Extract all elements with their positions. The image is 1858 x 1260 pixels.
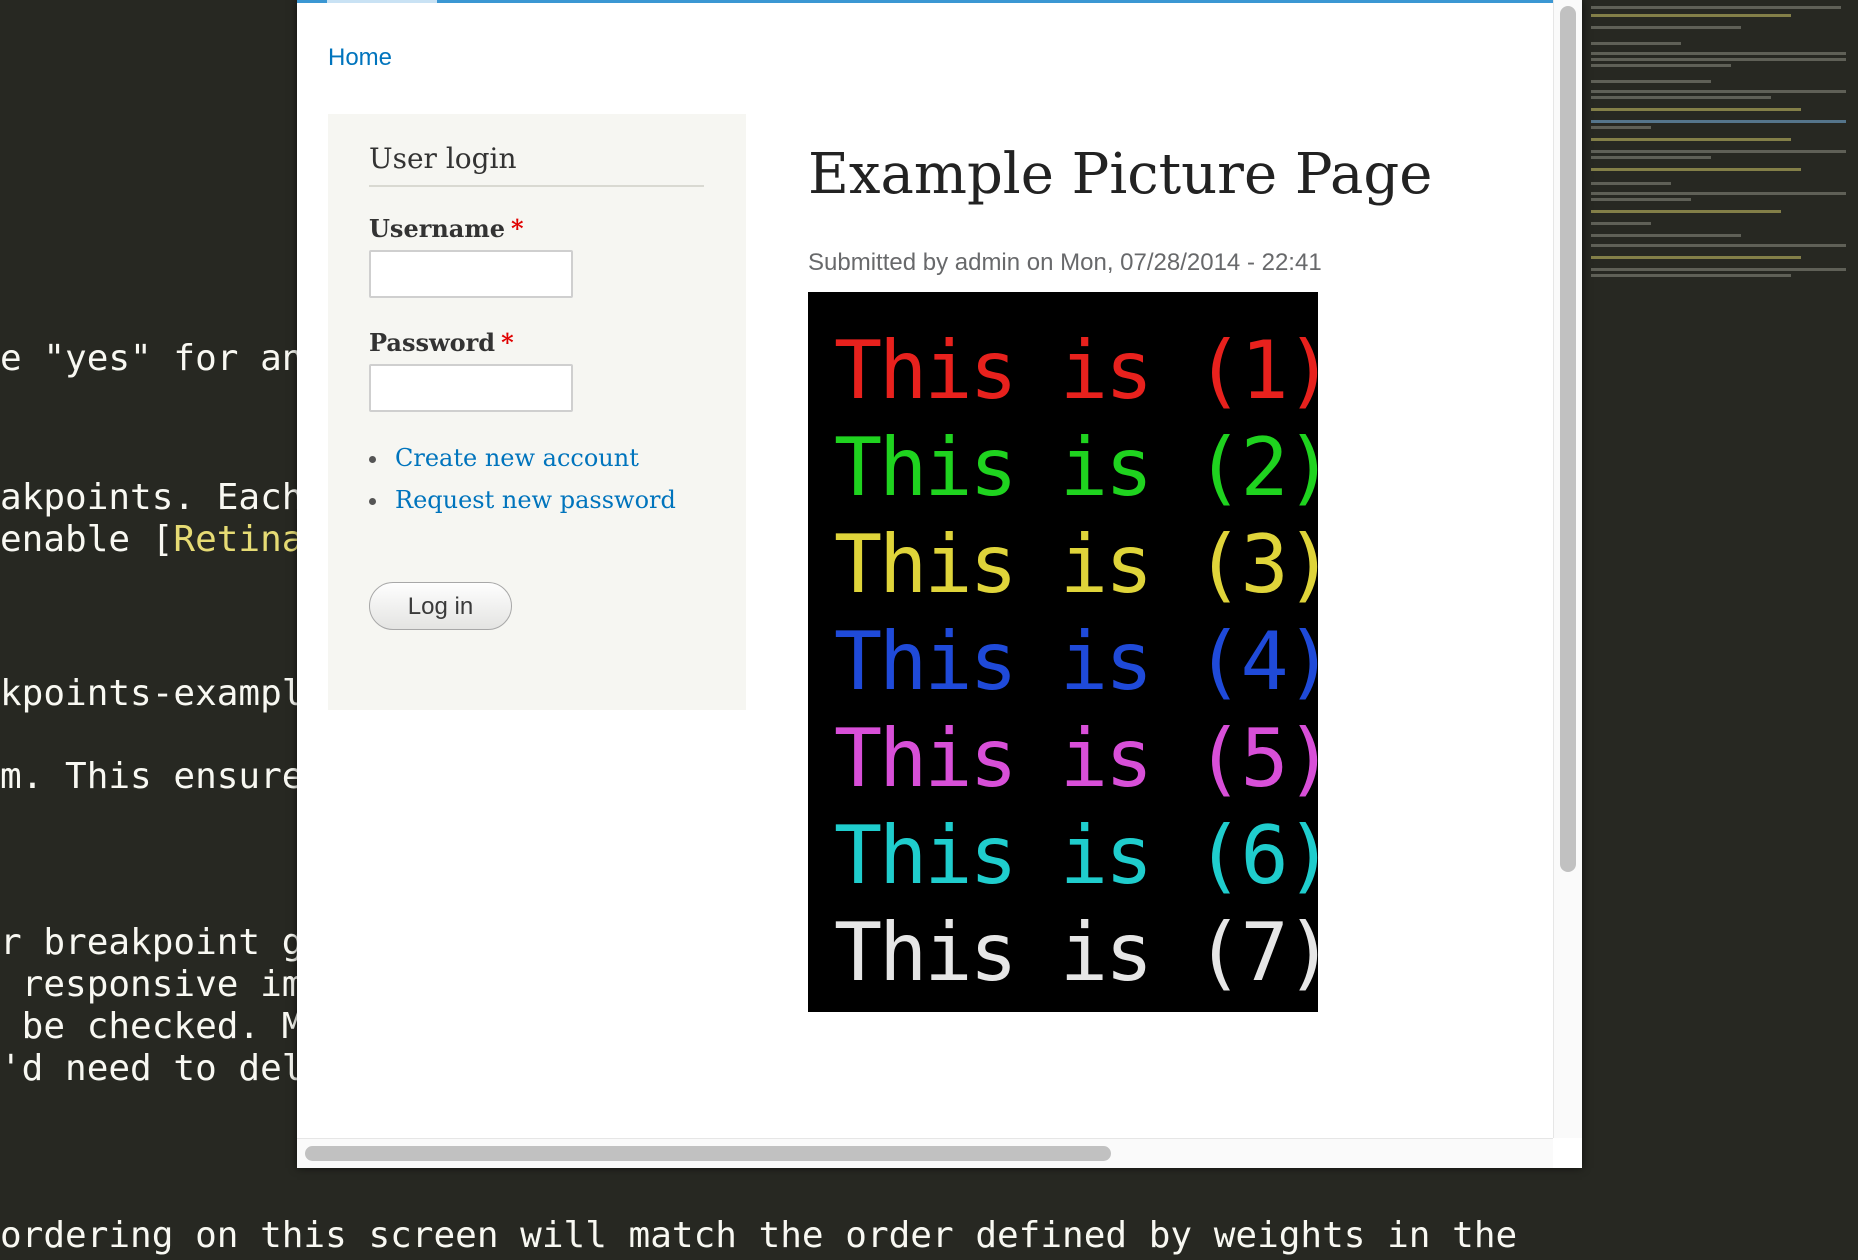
code-line: e "yes" for any xyxy=(0,338,326,379)
code-line: be checked. Ma xyxy=(0,1006,326,1047)
password-field[interactable] xyxy=(369,364,573,412)
list-item: Create new account xyxy=(369,444,676,486)
picture-text-line: This is (5) xyxy=(834,712,1334,805)
picture-text-line: This is (1) xyxy=(834,324,1334,417)
log-in-button[interactable]: Log in xyxy=(369,582,512,630)
code-line: akpoints. Each xyxy=(0,477,304,518)
code-line: responsive ima xyxy=(0,964,326,1005)
list-item: Request new password xyxy=(369,486,676,528)
home-link[interactable]: Home xyxy=(328,44,392,72)
code-line: kpoints-example xyxy=(0,673,326,714)
active-tab-indicator xyxy=(327,0,437,3)
code-line: ordering on this screen will match the o… xyxy=(0,1215,1518,1256)
password-label: Password * xyxy=(369,328,514,357)
vertical-scrollbar-thumb[interactable] xyxy=(1560,6,1576,872)
horizontal-scrollbar-thumb[interactable] xyxy=(305,1146,1111,1161)
picture-text-line: This is (7) xyxy=(834,906,1334,999)
create-account-link[interactable]: Create new account xyxy=(395,444,639,472)
bullet-icon xyxy=(369,456,376,463)
picture-text-line: This is (2) xyxy=(834,421,1334,514)
login-links: Create new account Request new password xyxy=(369,444,676,528)
top-accent-bar xyxy=(297,0,1553,3)
required-marker: * xyxy=(501,328,514,357)
user-login-block: User login Username * Password * Create ne… xyxy=(328,114,746,710)
editor-minimap[interactable] xyxy=(1585,0,1858,1260)
browser-window: Home User login Username * Password * Crea… xyxy=(297,0,1582,1168)
picture-text-line: This is (3) xyxy=(834,518,1334,611)
code-line: enable [Retina xyxy=(0,519,304,560)
example-picture: This is (1) This is (2) This is (3) This… xyxy=(808,292,1334,1012)
required-marker: * xyxy=(511,214,524,243)
submitted-info: Submitted by admin on Mon, 07/28/2014 - … xyxy=(808,249,1322,276)
picture-text-line: This is (6) xyxy=(834,809,1334,902)
code-line: r breakpoint gr xyxy=(0,922,326,963)
code-line: m. This ensures xyxy=(0,756,326,797)
username-label: Username * xyxy=(369,214,524,243)
username-field[interactable] xyxy=(369,250,573,298)
picture-text-line: This is (4) xyxy=(834,615,1334,708)
page-title: Example Picture Page xyxy=(808,142,1433,207)
request-password-link[interactable]: Request new password xyxy=(395,486,676,514)
bullet-icon xyxy=(369,498,376,505)
block-title: User login xyxy=(369,142,704,187)
code-line: 'd need to dele xyxy=(0,1048,326,1089)
